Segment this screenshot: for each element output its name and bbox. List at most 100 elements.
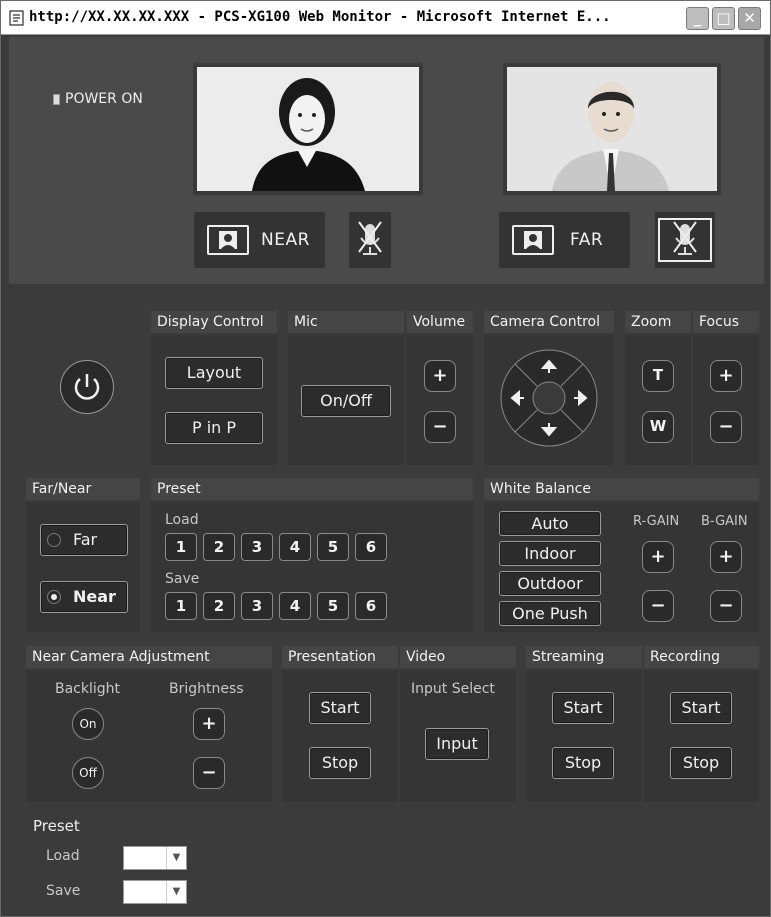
preset-save-label: Save: [165, 571, 200, 587]
far-person-image: [507, 67, 717, 191]
save-preset-3[interactable]: 3: [241, 592, 273, 620]
layout-button[interactable]: Layout: [165, 357, 263, 389]
presentation-heading: Presentation: [282, 646, 398, 668]
r-gain-label: R-GAIN: [633, 514, 680, 529]
wb-indoor-button[interactable]: Indoor: [499, 541, 601, 566]
near-camera-button[interactable]: NEAR: [194, 212, 325, 268]
pan-tilt-dpad[interactable]: [499, 348, 599, 448]
r-gain-down-button[interactable]: −: [642, 590, 674, 622]
load-preset-1[interactable]: 1: [165, 533, 197, 561]
power-indicator-icon: [53, 94, 60, 105]
volume-panel: [407, 335, 473, 465]
white-balance-heading: White Balance: [484, 478, 759, 500]
dpad-icon: [500, 349, 598, 447]
power-button[interactable]: [60, 360, 114, 414]
radio-selected-icon: [47, 590, 61, 604]
power-icon: [74, 374, 100, 400]
zoom-panel: [625, 335, 691, 465]
video-area: POWER ON NEAR FAR: [9, 37, 764, 284]
near-camera-adjustment-heading: Near Camera Adjustment: [26, 646, 272, 668]
display-control-heading: Display Control: [151, 311, 277, 333]
load-preset-4[interactable]: 4: [279, 533, 311, 561]
near-label: Near: [73, 587, 116, 606]
near-mic-mute-button[interactable]: [349, 212, 391, 268]
far-camera-button[interactable]: FAR: [499, 212, 630, 268]
ie-page-icon: [9, 10, 24, 26]
radio-unselected-icon: [47, 533, 61, 547]
far-radio-button[interactable]: Far: [40, 524, 128, 556]
load-preset-3[interactable]: 3: [241, 533, 273, 561]
far-video: [503, 63, 721, 195]
far-label: Far: [73, 530, 98, 549]
focus-far-button[interactable]: −: [710, 411, 742, 443]
save-preset-2[interactable]: 2: [203, 592, 235, 620]
b-gain-label: B-GAIN: [701, 514, 748, 529]
mic-onoff-button[interactable]: On/Off: [301, 385, 391, 417]
close-button[interactable]: ✕: [738, 7, 761, 30]
save-preset-1[interactable]: 1: [165, 592, 197, 620]
far-mic-mute-button[interactable]: [655, 212, 715, 268]
brightness-up-button[interactable]: +: [193, 708, 225, 740]
input-button[interactable]: Input: [425, 728, 489, 760]
window-title: http://XX.XX.XX.XXX - PCS-XG100 Web Moni…: [29, 9, 611, 25]
focus-panel: [693, 335, 759, 465]
presentation-start-button[interactable]: Start: [309, 692, 371, 724]
input-select-label: Input Select: [411, 681, 495, 697]
streaming-stop-button[interactable]: Stop: [552, 747, 614, 779]
zoom-tele-button[interactable]: T: [642, 360, 674, 392]
b-gain-up-button[interactable]: +: [710, 541, 742, 573]
minimize-button[interactable]: _: [686, 7, 709, 30]
power-status: POWER ON: [65, 91, 143, 107]
video-heading: Video: [400, 646, 516, 668]
chevron-down-icon: ▼: [166, 847, 186, 869]
save-preset-select[interactable]: ▼: [123, 880, 187, 904]
mic-heading: Mic: [288, 311, 404, 333]
load-preset-select[interactable]: ▼: [123, 846, 187, 870]
save-preset-4[interactable]: 4: [279, 592, 311, 620]
near-video: [193, 63, 423, 195]
preset-panel: [151, 502, 473, 632]
wb-one-push-button[interactable]: One Push: [499, 601, 601, 626]
display-control-panel: [151, 335, 277, 465]
volume-down-button[interactable]: −: [424, 411, 456, 443]
focus-near-button[interactable]: +: [710, 360, 742, 392]
backlight-on-button[interactable]: On: [72, 708, 104, 740]
r-gain-up-button[interactable]: +: [642, 541, 674, 573]
load-preset-5[interactable]: 5: [317, 533, 349, 561]
streaming-panel: [526, 670, 642, 802]
save-preset-5[interactable]: 5: [317, 592, 349, 620]
chevron-down-icon: ▼: [166, 881, 186, 903]
camera-view-icon: [207, 225, 249, 255]
brightness-label: Brightness: [169, 681, 244, 697]
save-preset-6[interactable]: 6: [355, 592, 387, 620]
wb-outdoor-button[interactable]: Outdoor: [499, 571, 601, 596]
recording-start-button[interactable]: Start: [670, 692, 732, 724]
title-bar: http://XX.XX.XX.XXX - PCS-XG100 Web Moni…: [1, 1, 770, 35]
backlight-off-button[interactable]: Off: [72, 757, 104, 789]
bottom-save-label: Save: [46, 883, 81, 899]
volume-heading: Volume: [407, 311, 473, 333]
b-gain-down-button[interactable]: −: [710, 590, 742, 622]
near-label: NEAR: [261, 230, 310, 250]
far-label: FAR: [570, 230, 604, 250]
wb-auto-button[interactable]: Auto: [499, 511, 601, 536]
volume-up-button[interactable]: +: [424, 360, 456, 392]
bottom-preset-heading: Preset: [33, 817, 80, 835]
load-preset-6[interactable]: 6: [355, 533, 387, 561]
near-radio-button[interactable]: Near: [40, 581, 128, 613]
mic-muted-icon: [358, 221, 382, 255]
streaming-start-button[interactable]: Start: [552, 692, 614, 724]
brightness-down-button[interactable]: −: [193, 757, 225, 789]
load-preset-2[interactable]: 2: [203, 533, 235, 561]
pinp-button[interactable]: P in P: [165, 412, 263, 444]
camera-control-heading: Camera Control: [484, 311, 614, 333]
recording-heading: Recording: [644, 646, 759, 668]
zoom-heading: Zoom: [625, 311, 691, 333]
far-near-heading: Far/Near: [26, 478, 140, 500]
presentation-panel: [282, 670, 398, 802]
zoom-wide-button[interactable]: W: [642, 411, 674, 443]
presentation-stop-button[interactable]: Stop: [309, 747, 371, 779]
focus-heading: Focus: [693, 311, 759, 333]
recording-stop-button[interactable]: Stop: [670, 747, 732, 779]
maximize-button[interactable]: □: [712, 7, 735, 30]
